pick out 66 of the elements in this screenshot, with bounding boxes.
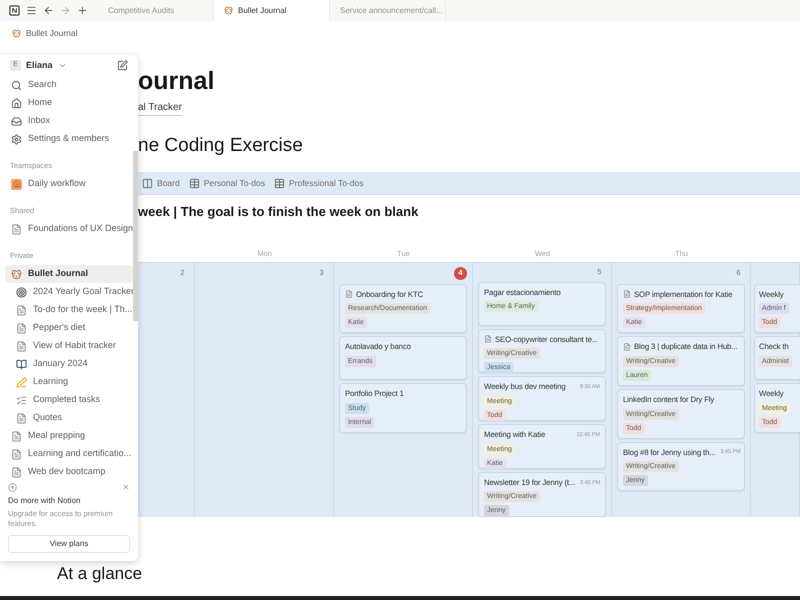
- table-icon: [274, 178, 285, 188]
- page-icon: [623, 290, 631, 298]
- sidebar-item[interactable]: Quotes: [5, 409, 133, 427]
- section-heading: At a glance: [56, 562, 144, 584]
- dog-icon: [224, 6, 233, 15]
- sidebar-item[interactable]: To-do for the week | Th...: [5, 301, 133, 319]
- nav-item[interactable]: Home: [5, 94, 133, 112]
- page-icon: [16, 340, 27, 352]
- page-icon: [11, 430, 22, 442]
- page-icon: [11, 466, 22, 478]
- sidebar-item[interactable]: 2024 Yearly Goal Tracker: [5, 283, 133, 301]
- new-tab-icon[interactable]: [77, 5, 88, 16]
- menu-icon[interactable]: [26, 5, 37, 16]
- page-icon: [16, 412, 27, 424]
- chevron-icon[interactable]: [58, 61, 67, 70]
- sidebar-item[interactable]: Learning: [5, 373, 133, 391]
- back-icon[interactable]: [43, 5, 54, 16]
- sidebar-item[interactable]: Pepper's diet: [5, 319, 133, 337]
- sidebar-item[interactable]: Meal prepping: [5, 427, 133, 445]
- upgrade-icon: [8, 482, 17, 492]
- sidebar-item[interactable]: Learning and certificatio...: [5, 445, 133, 463]
- sidebar-item[interactable]: Web dev bootcamp: [5, 463, 133, 481]
- sidebar-item[interactable]: Foundations of UX Design: [5, 220, 133, 238]
- page-icon: [11, 224, 22, 234]
- dog-icon: [11, 268, 22, 280]
- app-logo-icon[interactable]: [9, 5, 20, 16]
- target-icon: [16, 286, 27, 298]
- new-page-icon[interactable]: [117, 60, 128, 71]
- sidebar-item[interactable]: Daily workflow: [5, 175, 133, 193]
- view-tab[interactable]: Personal To-dos: [188, 176, 265, 190]
- workspace-name[interactable]: Eliana: [26, 58, 53, 72]
- heading: ne Coding Exercise: [138, 134, 304, 158]
- nav-item[interactable]: Search: [5, 76, 133, 94]
- pencil-icon: [16, 376, 27, 388]
- table-icon: [188, 178, 200, 188]
- inbox-icon: [11, 116, 22, 126]
- page-icon: [623, 343, 631, 352]
- browser-tab[interactable]: Bullet Journal: [214, 0, 330, 21]
- sidebar-item[interactable]: Bullet Journal: [5, 265, 133, 283]
- view-tab[interactable]: Professional To-dos: [274, 176, 364, 190]
- nav-item[interactable]: Inbox: [5, 112, 133, 130]
- sidebar-item[interactable]: View of Habit tracker: [5, 337, 133, 355]
- board-icon: [142, 178, 153, 188]
- sidebar-item[interactable]: January 2024: [5, 355, 133, 373]
- scrollbar[interactable]: [133, 151, 138, 321]
- sidebar-item[interactable]: Completed tasks: [5, 391, 133, 409]
- house-icon: [11, 178, 22, 190]
- view-plans-button[interactable]: View plans: [8, 535, 130, 553]
- close-icon[interactable]: [122, 483, 130, 491]
- settings-icon: [11, 134, 22, 144]
- page-icon: [11, 448, 22, 460]
- page-icon: [16, 304, 27, 316]
- page-icon: [345, 290, 353, 298]
- page-title: ournal: [138, 66, 216, 96]
- view-tab[interactable]: Board: [142, 176, 180, 190]
- page-icon: [16, 322, 27, 334]
- dog-icon: [12, 29, 21, 38]
- checklist-icon: [16, 394, 27, 406]
- search-icon: [11, 80, 22, 90]
- home-icon: [11, 98, 22, 108]
- breadcrumb[interactable]: Bullet Journal: [26, 27, 78, 40]
- page-icon: [484, 335, 492, 344]
- promo-title: Do more with Notion: [8, 495, 82, 507]
- calendar-title: week | The goal is to finish the week on blank: [138, 203, 418, 221]
- notebook-icon: [16, 358, 27, 370]
- nav-item[interactable]: Settings & members: [5, 130, 133, 148]
